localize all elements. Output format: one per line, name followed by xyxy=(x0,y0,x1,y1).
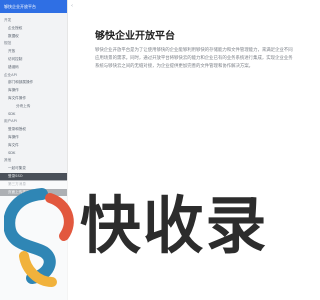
sidebar-item-login-auth[interactable]: 登录和授权 xyxy=(0,126,67,134)
sidebar-item-user-library-ops[interactable]: 库操作 xyxy=(0,134,67,142)
sidebar-item-library-ops[interactable]: 库操作 xyxy=(0,87,67,95)
sidebar-item-other-1[interactable]: 一起可集变 xyxy=(0,165,67,173)
chevron-left-icon[interactable]: ‹ xyxy=(71,4,76,9)
watermark-text: 快收录 xyxy=(80,189,269,262)
sidebar-group-spec[interactable]: 规范 xyxy=(0,40,67,48)
sidebar-group-enterprise-api[interactable]: 企业API xyxy=(0,72,67,80)
sidebar-item-user-library-files[interactable]: 库文件 xyxy=(0,142,67,150)
sidebar-item-chunk-upload[interactable]: 分块上传 xyxy=(0,103,67,111)
page-title: 够快企业开放平台 xyxy=(95,31,175,42)
intro-paragraph: 够快企业开放平台是为了让使用够快的企业能够利用够快的存储能力和文件管理能力，来满… xyxy=(95,48,293,69)
sidebar-nav: 开发 企业授权 数据权 规范 开放 访问控制 错误码 企业API 部门和部属操作… xyxy=(0,17,67,197)
sidebar-item-error-codes[interactable]: 错误码 xyxy=(0,64,67,72)
sidebar-item-library-file-ops[interactable]: 库文件操作 xyxy=(0,95,67,103)
sidebar-item-sdk[interactable]: SDK xyxy=(0,111,67,119)
sidebar-item-access-control[interactable]: 访问控制 xyxy=(0,56,67,64)
sidebar-header-title[interactable]: 够快企业开放平台 xyxy=(0,0,67,13)
sidebar-item-user-sdk[interactable]: SDK xyxy=(0,150,67,158)
sidebar-item-open[interactable]: 开放 xyxy=(0,48,67,56)
sidebar-item-department-ops[interactable]: 部门和部属操作 xyxy=(0,79,67,87)
sidebar-group-other[interactable]: 其他 xyxy=(0,157,67,165)
watermark-logo-icon xyxy=(4,188,74,287)
sidebar-item-enterprise-auth[interactable]: 企业授权 xyxy=(0,25,67,33)
sidebar-item-data-rights[interactable]: 数据权 xyxy=(0,33,67,41)
sidebar-group-dev[interactable]: 开发 xyxy=(0,17,67,25)
sidebar-group-user-api[interactable]: 用户API xyxy=(0,118,67,126)
